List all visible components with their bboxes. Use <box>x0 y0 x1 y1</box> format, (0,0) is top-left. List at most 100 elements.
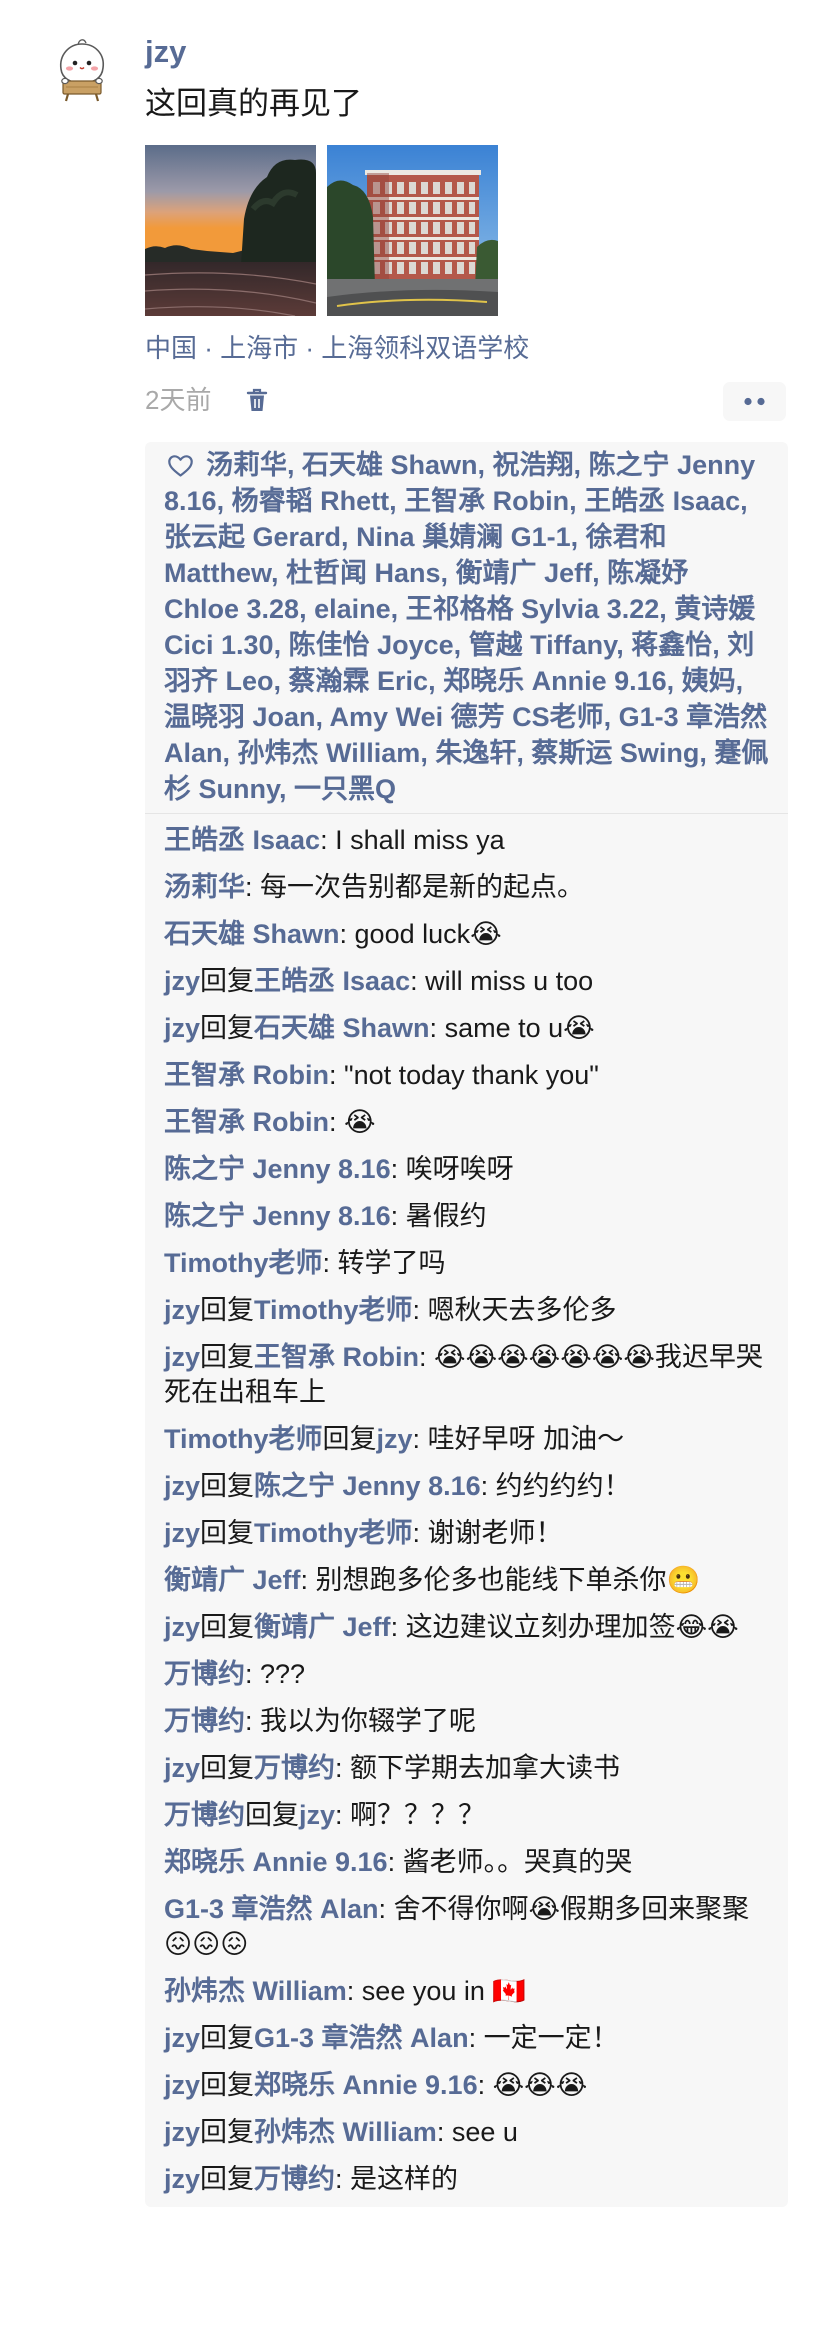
comment-author[interactable]: 万博约 <box>164 1800 245 1830</box>
comment-item[interactable]: 万博约: 我以为你辍学了呢 <box>164 1698 770 1745</box>
like-name[interactable]: 一只黑Q <box>294 774 396 804</box>
comment-author[interactable]: jzy <box>164 1342 200 1372</box>
trash-icon[interactable] <box>246 387 268 413</box>
comment-item[interactable]: 石天雄 Shawn: good luck😭 <box>164 911 770 958</box>
comment-author[interactable]: jzy <box>164 2023 200 2053</box>
comment-item[interactable]: jzy回复孙炜杰 William: see u <box>164 2109 770 2156</box>
like-name[interactable]: 王皓丞 Isaac <box>584 486 740 516</box>
comment-item[interactable]: jzy回复王皓丞 Isaac: will miss u too <box>164 958 770 1005</box>
like-name[interactable]: 朱逸轩 <box>435 738 516 768</box>
comment-item[interactable]: jzy回复石天雄 Shawn: same to u😭 <box>164 1005 770 1052</box>
comment-reply-target[interactable]: jzy <box>377 1424 413 1454</box>
comment-reply-target[interactable]: 郑晓乐 Annie 9.16 <box>254 2070 478 2100</box>
comment-item[interactable]: 衡靖广 Jeff: 别想跑多伦多也能线下单杀你😬 <box>164 1557 770 1604</box>
comment-author[interactable]: 陈之宁 Jenny 8.16 <box>164 1154 391 1184</box>
comment-item[interactable]: jzy回复郑晓乐 Annie 9.16: 😭😭😭 <box>164 2062 770 2109</box>
comment-item[interactable]: 万博约: ??? <box>164 1651 770 1698</box>
comment-reply-target[interactable]: 王智承 Robin <box>254 1342 419 1372</box>
like-name[interactable]: 杜哲闻 Hans <box>286 558 441 588</box>
like-name[interactable]: 王智承 Robin <box>404 486 569 516</box>
like-name[interactable]: 杨睿韬 Rhett <box>232 486 390 516</box>
comment-author[interactable]: 衡靖广 Jeff <box>164 1565 301 1595</box>
comment-author[interactable]: jzy <box>164 966 200 996</box>
comment-item[interactable]: 孙炜杰 William: see you in 🇨🇦 <box>164 1968 770 2015</box>
comment-item[interactable]: jzy回复G1-3 章浩然 Alan: 一定一定！ <box>164 2015 770 2062</box>
like-name[interactable]: 张云起 Gerard <box>164 522 341 552</box>
comment-item[interactable]: jzy回复Timothy老师: 谢谢老师！ <box>164 1510 770 1557</box>
like-name[interactable]: 蒋鑫怡 <box>631 630 712 660</box>
like-name[interactable]: 管越 Tiffany <box>469 630 617 660</box>
comment-item[interactable]: jzy回复Timothy老师: 嗯秋天去多伦多 <box>164 1287 770 1334</box>
comment-author[interactable]: jzy <box>164 1753 200 1783</box>
like-name[interactable]: 衡靖广 Jeff <box>456 558 593 588</box>
comment-item[interactable]: jzy回复万博约: 额下学期去加拿大读书 <box>164 1745 770 1792</box>
comment-author[interactable]: Timothy老师 <box>164 1248 323 1278</box>
comment-author[interactable]: 王智承 Robin <box>164 1107 329 1137</box>
comment-author[interactable]: jzy <box>164 2164 200 2194</box>
comment-author[interactable]: 孙炜杰 William <box>164 1976 347 2006</box>
photo-thumbnail[interactable] <box>327 145 498 316</box>
author-avatar[interactable] <box>44 30 120 106</box>
comment-author[interactable]: Timothy老师 <box>164 1424 323 1454</box>
like-name[interactable]: 孙炜杰 William <box>238 738 421 768</box>
comment-item[interactable]: 王智承 Robin: 😭 <box>164 1099 770 1146</box>
comment-reply-target[interactable]: 万博约 <box>254 2164 335 2194</box>
more-button[interactable] <box>723 382 786 421</box>
comment-author[interactable]: 王皓丞 Isaac <box>164 825 320 855</box>
like-name[interactable]: 石天雄 Shawn <box>302 450 478 480</box>
comment-author[interactable]: G1-3 章浩然 Alan <box>164 1894 379 1924</box>
comment-reply-target[interactable]: jzy <box>299 1800 335 1830</box>
like-name[interactable]: 郑晓乐 Annie 9.16 <box>443 666 667 696</box>
comment-author[interactable]: 王智承 Robin <box>164 1060 329 1090</box>
like-name[interactable]: 温晓羽 Joan <box>164 702 316 732</box>
comment-item[interactable]: 万博约回复jzy: 啊？？？？ <box>164 1792 770 1839</box>
like-name[interactable]: 汤莉华 <box>206 450 287 480</box>
comment-author[interactable]: 陈之宁 Jenny 8.16 <box>164 1201 391 1231</box>
comment-author[interactable]: jzy <box>164 2117 200 2147</box>
comment-item[interactable]: G1-3 章浩然 Alan: 舍不得你啊😭假期多回来聚聚😖😖😖 <box>164 1886 770 1968</box>
author-name[interactable]: jzy <box>145 33 186 71</box>
like-name[interactable]: 蔡瀚霖 Eric <box>289 666 429 696</box>
comment-reply-target[interactable]: 孙炜杰 William <box>254 2117 437 2147</box>
comment-author[interactable]: jzy <box>164 1295 200 1325</box>
comment-author[interactable]: 郑晓乐 Annie 9.16 <box>164 1847 388 1877</box>
like-name[interactable]: 蔡斯运 Swing <box>531 738 699 768</box>
comment-reply-target[interactable]: 陈之宁 Jenny 8.16 <box>254 1471 481 1501</box>
comment-item[interactable]: 汤莉华: 每一次告别都是新的起点。 <box>164 864 770 911</box>
comment-author[interactable]: 石天雄 Shawn <box>164 919 340 949</box>
like-name[interactable]: 王祁格格 Sylvia 3.22 <box>406 594 660 624</box>
comment-author[interactable]: jzy <box>164 1013 200 1043</box>
comment-author[interactable]: 万博约 <box>164 1659 245 1689</box>
comment-item[interactable]: Timothy老师: 转学了吗 <box>164 1240 770 1287</box>
comment-item[interactable]: 郑晓乐 Annie 9.16: 酱老师。。哭真的哭 <box>164 1839 770 1886</box>
comment-reply-target[interactable]: Timothy老师 <box>254 1295 413 1325</box>
comment-item[interactable]: 王智承 Robin: "not today thank you" <box>164 1052 770 1099</box>
comment-author[interactable]: 汤莉华 <box>164 872 245 902</box>
comment-author[interactable]: jzy <box>164 1518 200 1548</box>
comment-author[interactable]: jzy <box>164 2070 200 2100</box>
comment-reply-target[interactable]: Timothy老师 <box>254 1518 413 1548</box>
comment-item[interactable]: jzy回复陈之宁 Jenny 8.16: 约约约约！ <box>164 1463 770 1510</box>
like-name[interactable]: 陈佳怡 Joyce <box>289 630 454 660</box>
comment-item[interactable]: jzy回复万博约: 是这样的 <box>164 2156 770 2203</box>
comment-author[interactable]: 万博约 <box>164 1706 245 1736</box>
comment-author[interactable]: jzy <box>164 1612 200 1642</box>
comment-item[interactable]: 王皓丞 Isaac: I shall miss ya <box>164 817 770 864</box>
like-name[interactable]: Nina 巢婧澜 G1-1 <box>356 522 571 552</box>
comment-item[interactable]: jzy回复王智承 Robin: 😭😭😭😭😭😭😭我迟早哭死在出租车上 <box>164 1334 770 1416</box>
location-link[interactable]: 中国 · 上海市 · 上海领科双语学校 <box>145 331 529 365</box>
like-name[interactable]: Amy Wei 德芳 CS老师 <box>330 702 604 732</box>
like-name[interactable]: 姨妈 <box>682 666 736 696</box>
comment-reply-target[interactable]: 王皓丞 Isaac <box>254 966 410 996</box>
like-name[interactable]: 祝浩翔 <box>493 450 574 480</box>
comment-item[interactable]: 陈之宁 Jenny 8.16: 暑假约 <box>164 1193 770 1240</box>
comment-reply-target[interactable]: 万博约 <box>254 1753 335 1783</box>
like-name[interactable]: elaine <box>314 594 391 624</box>
comment-reply-target[interactable]: 衡靖广 Jeff <box>254 1612 391 1642</box>
comment-reply-target[interactable]: G1-3 章浩然 Alan <box>254 2023 469 2053</box>
photo-thumbnail[interactable] <box>145 145 316 316</box>
comment-item[interactable]: 陈之宁 Jenny 8.16: 唉呀唉呀 <box>164 1146 770 1193</box>
comment-reply-target[interactable]: 石天雄 Shawn <box>254 1013 430 1043</box>
comment-item[interactable]: jzy回复衡靖广 Jeff: 这边建议立刻办理加签😂😭 <box>164 1604 770 1651</box>
comment-item[interactable]: Timothy老师回复jzy: 哇好早呀 加油～ <box>164 1416 770 1463</box>
